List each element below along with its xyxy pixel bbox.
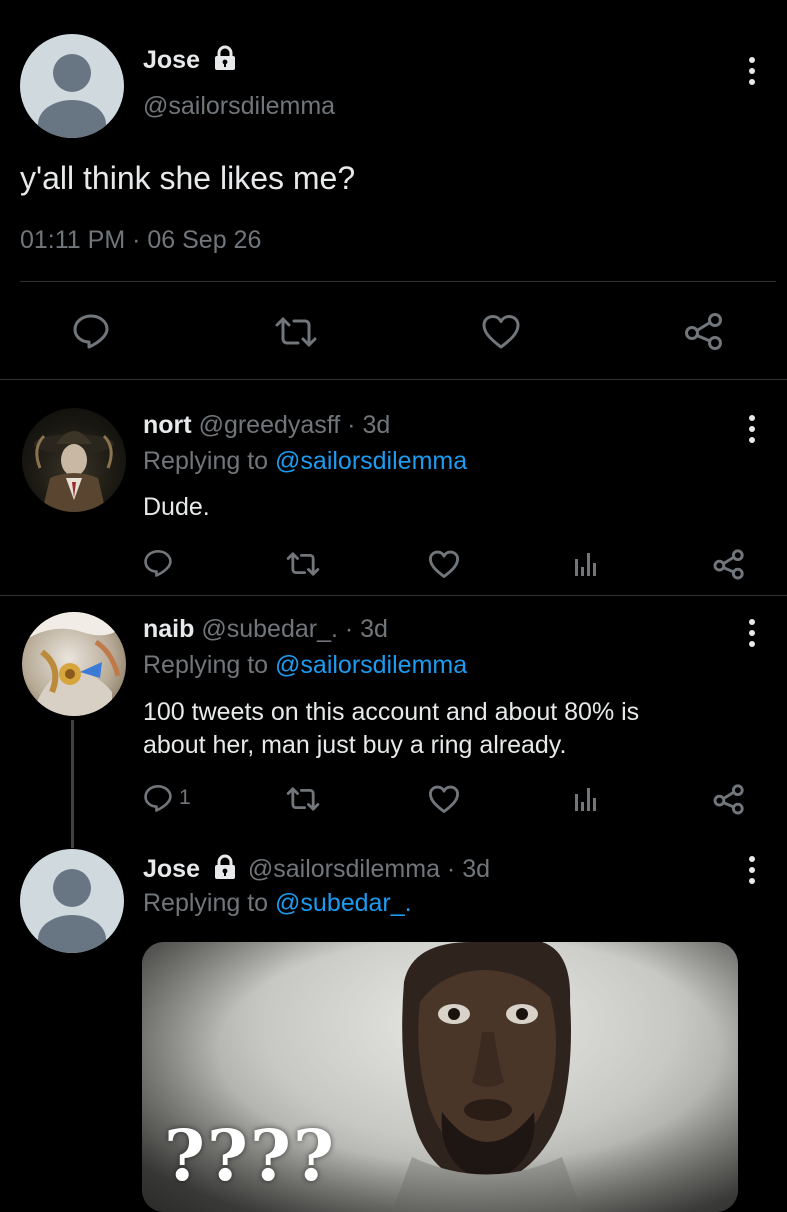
analytics-icon[interactable]: [574, 549, 598, 577]
retweet-icon[interactable]: [285, 786, 321, 812]
divider: [0, 379, 787, 380]
share-icon[interactable]: [713, 783, 745, 815]
lock-icon: [213, 45, 237, 78]
lock-icon: [213, 854, 237, 887]
media-caption: ????: [164, 1114, 337, 1197]
divider: [0, 595, 787, 596]
replying-to-label: Replying to: [143, 447, 276, 475]
divider: [20, 281, 776, 282]
author-name[interactable]: naib: [143, 615, 194, 643]
replying-to-handle[interactable]: @subedar_.: [275, 889, 412, 917]
retweet-icon[interactable]: [285, 551, 321, 577]
author-name[interactable]: nort: [143, 411, 192, 439]
tweet-meta: @greedyasff · 3d: [198, 411, 391, 439]
reply-count: 1: [179, 786, 191, 809]
share-icon[interactable]: [713, 548, 745, 580]
avatar[interactable]: [22, 612, 126, 716]
more-options-icon[interactable]: [748, 57, 756, 85]
retweet-icon[interactable]: [273, 316, 319, 348]
share-icon[interactable]: [684, 311, 724, 351]
avatar[interactable]: [22, 408, 126, 512]
tweet-meta: @subedar_. · 3d: [201, 615, 388, 643]
avatar[interactable]: [20, 34, 124, 138]
reply-icon[interactable]: 1: [143, 784, 191, 812]
reply-icon[interactable]: [72, 313, 110, 349]
replying-to-label: Replying to: [143, 651, 276, 679]
more-options-icon[interactable]: [748, 619, 756, 647]
author-handle[interactable]: @sailorsdilemma: [143, 92, 335, 121]
avatar[interactable]: [20, 849, 124, 953]
replying-to-handle[interactable]: @sailorsdilemma: [275, 447, 467, 475]
timestamp: 01:11 PM · 06 Sep 26: [20, 226, 262, 254]
thread-line: [71, 720, 74, 848]
replying-to-handle[interactable]: @sailorsdilemma: [275, 651, 467, 679]
author-name[interactable]: Jose: [143, 855, 200, 883]
tweet-meta: @sailorsdilemma · 3d: [247, 855, 491, 884]
tweet-text: y'all think she likes me?: [20, 160, 356, 196]
tweet-text-line: 100 tweets on this account and about 80%…: [143, 698, 640, 726]
analytics-icon[interactable]: [574, 784, 598, 812]
tweet-text-line: about her, man just buy a ring already.: [143, 731, 567, 759]
reply-icon[interactable]: [143, 549, 173, 577]
tweet-text: 100 tweets on this account and about 80%…: [143, 696, 639, 762]
tweet-media[interactable]: ????: [142, 942, 738, 1212]
like-icon[interactable]: [481, 314, 521, 350]
like-icon[interactable]: [428, 550, 460, 579]
like-icon[interactable]: [428, 785, 460, 814]
more-options-icon[interactable]: [748, 856, 756, 884]
more-options-icon[interactable]: [748, 415, 756, 443]
tweet-text: Dude.: [143, 493, 210, 521]
replying-to-label: Replying to: [143, 889, 276, 917]
author-name[interactable]: Jose: [143, 46, 200, 74]
